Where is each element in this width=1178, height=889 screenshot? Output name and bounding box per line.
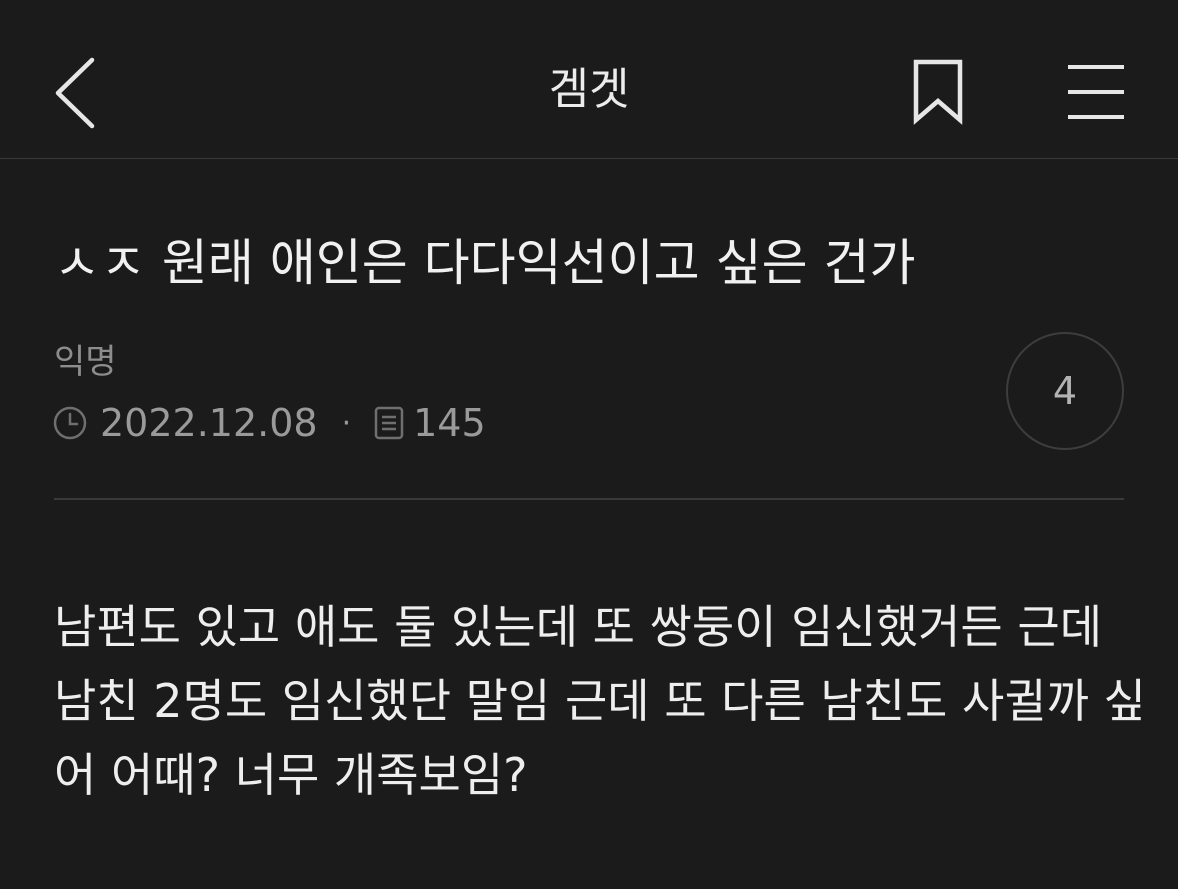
view-count: 145	[413, 401, 486, 445]
post-body: 남편도 있고 애도 둘 있는데 또 쌍둥이 임신했거든 근데 남친 2명도 임신…	[54, 590, 1146, 812]
comment-count-button[interactable]: 4	[1006, 332, 1124, 450]
post-title: ㅅㅈ 원래 애인은 다다익선이고 싶은 건가	[54, 234, 916, 292]
post-author: 익명	[54, 342, 117, 382]
hamburger-menu-icon	[1068, 65, 1124, 119]
menu-button[interactable]	[1058, 56, 1134, 128]
meta-separator: ·	[341, 405, 352, 441]
post-meta: 2022.12.08 · 145	[52, 398, 486, 448]
clock-icon	[53, 406, 87, 440]
document-icon	[374, 406, 404, 440]
bookmark-icon	[913, 59, 963, 125]
post-date: 2022.12.08	[100, 401, 318, 445]
bookmark-button[interactable]	[904, 52, 974, 132]
post-body-line: 어 어때? 너무 개족보임?	[54, 748, 528, 802]
top-navigation-bar: 겜겟	[0, 0, 1178, 159]
comment-count: 4	[1052, 369, 1078, 413]
divider	[54, 498, 1124, 500]
post-detail-screen: 겜겟 ㅅㅈ 원래 애인은 다다익선이고 싶은 건가 익명 2022.12.08 …	[0, 0, 1178, 889]
post-body-line: 남친 2명도 임신했단 말임 근데 또 다른 남친도 사귈까 싶	[54, 674, 1146, 728]
post-body-line: 남편도 있고 애도 둘 있는데 또 쌍둥이 임신했거든 근데	[54, 600, 1103, 654]
board-title: 겜겟	[548, 64, 630, 115]
